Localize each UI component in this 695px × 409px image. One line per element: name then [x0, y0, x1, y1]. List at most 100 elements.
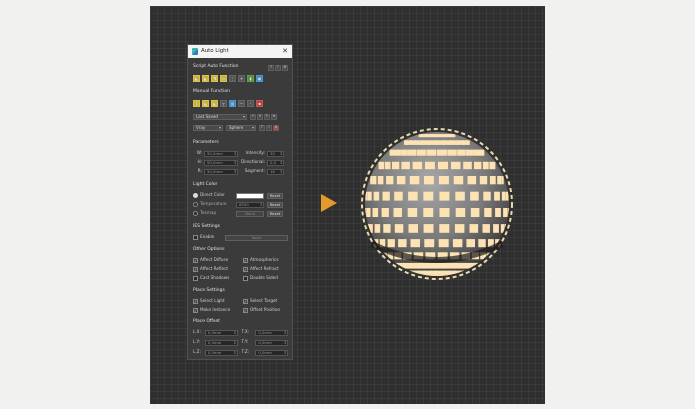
light-tile	[438, 161, 448, 170]
directional-spinner[interactable]: 0,0	[267, 159, 284, 166]
affect-refract-checkbox[interactable]: ✓	[243, 267, 248, 272]
light-tile	[473, 149, 480, 156]
light-tile	[392, 161, 400, 170]
radius-spinner[interactable]: 50,0mm	[204, 168, 238, 175]
cast-shadows-checkbox[interactable]	[193, 276, 198, 281]
light-tile	[416, 149, 426, 156]
width-spinner[interactable]: 50,0mm	[204, 150, 238, 157]
help-icon[interactable]: ?	[268, 64, 274, 71]
menu-preset-icon[interactable]: ≡	[271, 113, 277, 120]
select-target-label: Select Target	[250, 298, 278, 304]
segment-spinner[interactable]: 16	[267, 168, 284, 175]
light-tile	[387, 239, 395, 248]
tz-spinner[interactable]: 0,0mm	[255, 349, 288, 356]
remove-preset-icon[interactable]: ×	[257, 113, 263, 120]
intensity-spinner[interactable]: 30	[267, 150, 284, 157]
height-spinner[interactable]: 50,0mm	[204, 159, 238, 166]
light-tile	[452, 239, 463, 248]
align-mid-icon[interactable]: I	[266, 124, 272, 131]
section-light-color: Light Color	[193, 182, 218, 187]
delete-icon[interactable]: ▪	[256, 100, 263, 107]
ies-file-button[interactable]: None	[225, 234, 288, 241]
ty-label: T.Y:	[241, 339, 249, 345]
light-tile	[481, 149, 485, 156]
close-icon[interactable]: ✕	[282, 48, 288, 55]
atmospherics-checkbox[interactable]: ✓	[243, 258, 248, 263]
reset-color-button[interactable]: Reset	[267, 192, 283, 199]
light-tile	[455, 191, 465, 201]
edit-preset-icon[interactable]: ✎	[264, 113, 270, 120]
light-preset-select[interactable]: Last Saved	[193, 113, 247, 120]
light-tile	[374, 224, 381, 233]
light-tile	[417, 262, 428, 269]
split-icon[interactable]: ▮	[247, 75, 254, 82]
light-tile	[393, 208, 402, 217]
app-logo-icon	[192, 48, 198, 55]
double-sided-checkbox[interactable]	[243, 276, 248, 281]
align-red-icon[interactable]: A	[273, 124, 279, 131]
align-top-icon[interactable]: T	[259, 124, 265, 131]
lx-spinner[interactable]: 0,0mm	[204, 329, 238, 336]
reset-temperature-button[interactable]: Reset	[267, 201, 283, 208]
light-tile	[463, 161, 472, 170]
light-tile	[483, 191, 491, 201]
light-tile	[467, 176, 477, 185]
ly-spinner[interactable]: 0,0mm	[204, 339, 238, 346]
add-preset-icon[interactable]: +	[250, 113, 256, 120]
light-tile	[400, 149, 408, 156]
light-tile	[398, 239, 407, 248]
save-icon[interactable]: ▣	[256, 75, 263, 82]
affect-diffuse-checkbox[interactable]: ✓	[193, 258, 198, 263]
place-dash-icon[interactable]: -	[247, 100, 254, 107]
direct-color-label: Direct Color	[200, 192, 225, 198]
place-edge-icon[interactable]: ◣	[211, 100, 218, 107]
ies-enable-checkbox[interactable]	[193, 235, 198, 240]
light-tile	[407, 208, 418, 217]
light-tile	[446, 274, 451, 276]
shape-select[interactable]: Sphere	[226, 124, 256, 131]
place-top-icon[interactable]: ┬	[220, 100, 227, 107]
grid-icon[interactable]: ⋮	[229, 75, 236, 82]
atmospherics-label: Atmospherics	[250, 257, 279, 263]
texmap-button[interactable]: None	[236, 210, 264, 217]
light-tile	[408, 224, 418, 233]
place-light-icon[interactable]: ↕	[193, 100, 200, 107]
make-instance-checkbox[interactable]: ✓	[193, 308, 198, 313]
auto-light-d-icon[interactable]: ▭	[220, 75, 227, 82]
temperature-label: Temperature	[200, 201, 227, 207]
texmap-radio[interactable]	[193, 211, 198, 216]
place-corner-icon[interactable]: ◣	[202, 100, 209, 107]
light-tile	[394, 224, 404, 233]
panel-titlebar[interactable]: Auto Light ✕	[188, 45, 292, 58]
light-tile	[439, 224, 450, 233]
renderer-select[interactable]: Vray	[193, 124, 223, 131]
gear-icon[interactable]: ⚙	[282, 64, 288, 71]
light-tile	[380, 161, 385, 170]
light-tile	[401, 161, 410, 170]
auto-light-b-icon[interactable]: ◣	[202, 75, 209, 82]
tz-label: T.Z:	[241, 349, 250, 355]
light-tile	[463, 262, 471, 269]
add-icon[interactable]: +	[238, 75, 245, 82]
light-tile	[447, 149, 457, 156]
select-target-checkbox[interactable]: ✓	[243, 299, 248, 304]
place-area-icon[interactable]: ▥	[229, 100, 236, 107]
affect-reflect-checkbox[interactable]: ✓	[193, 267, 198, 272]
auto-light-a-icon[interactable]: ◣	[193, 75, 200, 82]
temperature-spinner[interactable]: 6500	[236, 201, 264, 208]
offset-position-checkbox[interactable]: ✓	[243, 308, 248, 313]
lz-spinner[interactable]: 0,0mm	[204, 349, 238, 356]
info-icon[interactable]: i	[275, 64, 281, 71]
ty-spinner[interactable]: 0,0mm	[255, 339, 288, 346]
reset-texmap-button[interactable]: Reset	[267, 210, 283, 217]
section-manual: Manual Function	[193, 89, 230, 94]
direct-color-radio[interactable]	[193, 193, 198, 198]
temperature-radio[interactable]	[193, 202, 198, 207]
color-swatch[interactable]	[236, 192, 264, 199]
auto-light-c-icon[interactable]: ◥	[211, 75, 218, 82]
tx-label: T.X:	[241, 329, 250, 335]
select-light-checkbox[interactable]: ✓	[193, 299, 198, 304]
place-line-icon[interactable]: —	[238, 100, 245, 107]
tx-spinner[interactable]: 0,0mm	[255, 329, 288, 336]
light-tile	[424, 239, 435, 248]
